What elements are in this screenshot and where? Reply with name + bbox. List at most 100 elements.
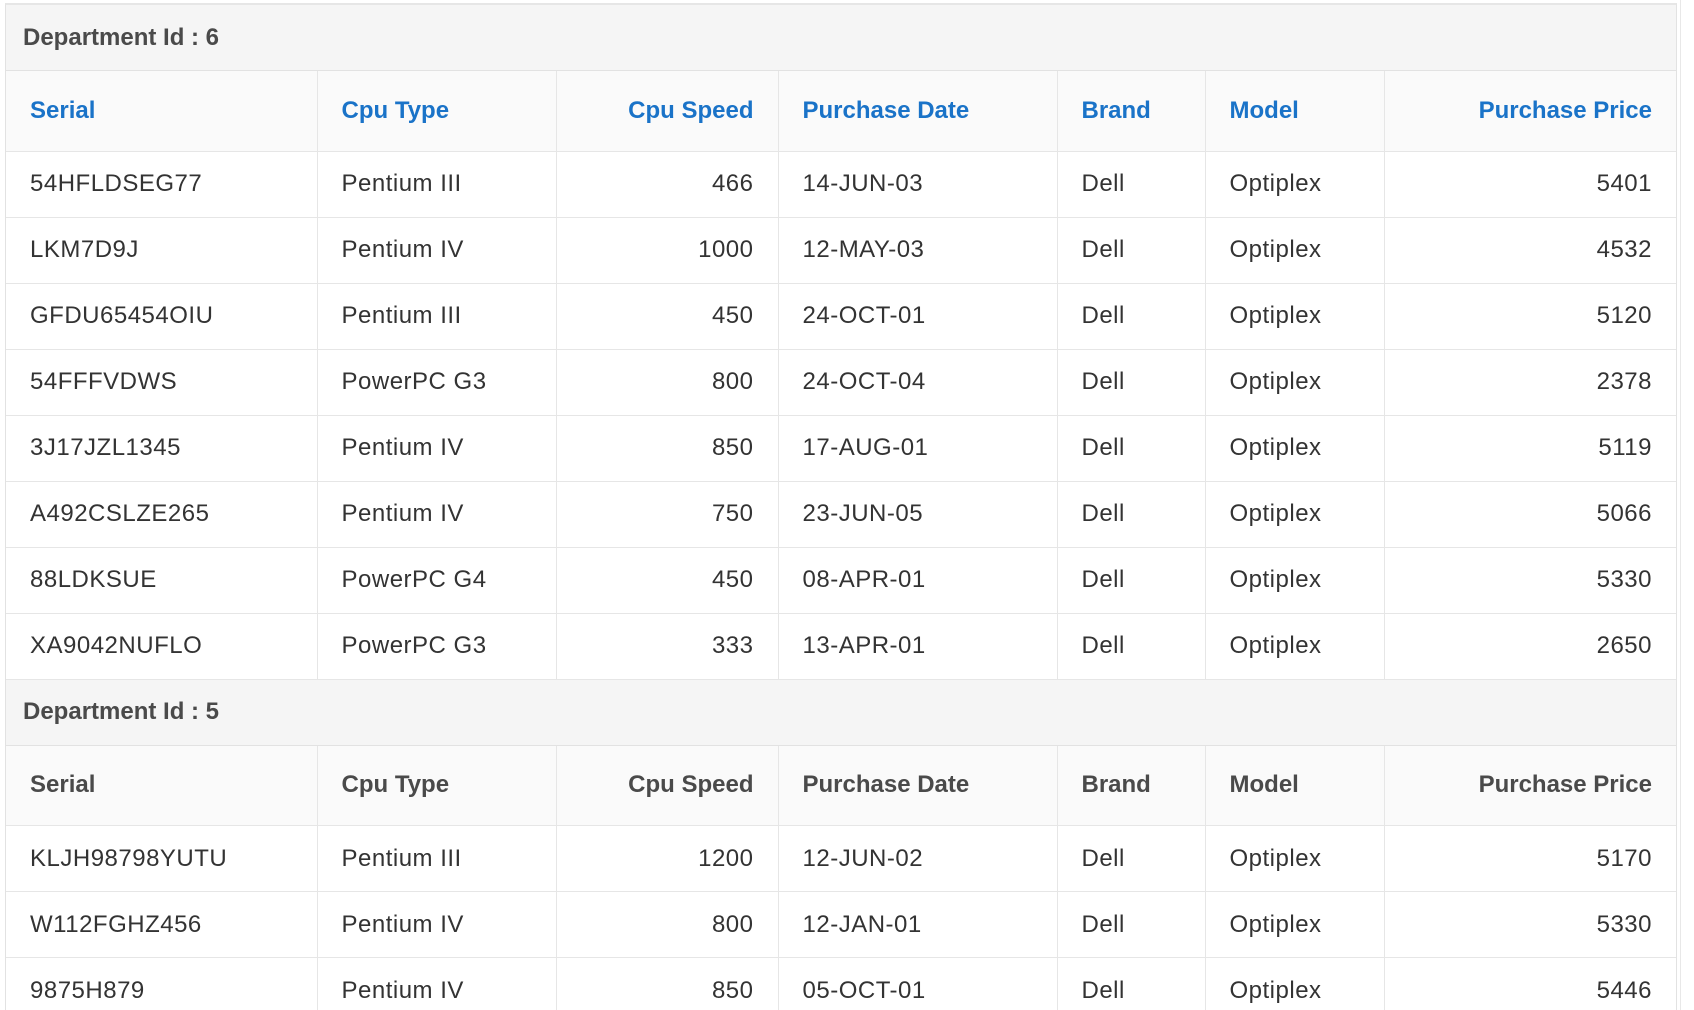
cell-model: Optiplex [1205,151,1385,218]
cell-model: Optiplex [1205,481,1385,548]
department-5-table: Serial Cpu Type Cpu Speed Purchase Date … [6,745,1676,1010]
cell-cpu-type: PowerPC G3 [317,349,557,416]
cell-purchase-date: 17-AUG-01 [778,415,1058,482]
cell-brand: Dell [1057,349,1206,416]
cell-serial: 3J17JZL1345 [6,415,318,482]
cell-serial: LKM7D9J [6,217,318,284]
cell-purchase-price: 5330 [1384,547,1676,614]
table-row[interactable]: 54HFLDSEG77 Pentium III 466 14-JUN-03 De… [6,151,1676,218]
cell-serial: 88LDKSUE [6,547,318,614]
cell-cpu-speed: 450 [556,547,779,614]
cell-purchase-date: 24-OCT-01 [778,283,1058,350]
cell-serial: A492CSLZE265 [6,481,318,548]
table-row[interactable]: LKM7D9J Pentium IV 1000 12-MAY-03 Dell O… [6,217,1676,284]
column-header-cpu-type[interactable]: Cpu Type [317,71,557,152]
cell-purchase-price: 5446 [1384,957,1676,1010]
cell-model: Optiplex [1205,891,1385,958]
column-header-cpu-speed[interactable]: Cpu Speed [556,745,779,826]
cell-serial: 9875H879 [6,957,318,1010]
cell-cpu-speed: 450 [556,283,779,350]
cell-purchase-date: 24-OCT-04 [778,349,1058,416]
cell-purchase-price: 5330 [1384,891,1676,958]
cell-brand: Dell [1057,481,1206,548]
cell-model: Optiplex [1205,547,1385,614]
column-header-serial[interactable]: Serial [6,745,318,826]
cell-cpu-type: Pentium IV [317,481,557,548]
cell-brand: Dell [1057,957,1206,1010]
column-header-row: Serial Cpu Type Cpu Speed Purchase Date … [6,71,1676,152]
table-row[interactable]: KLJH98798YUTU Pentium III 1200 12-JUN-02… [6,825,1676,892]
column-header-purchase-date[interactable]: Purchase Date [778,745,1058,826]
column-header-brand[interactable]: Brand [1057,71,1206,152]
table-row[interactable]: A492CSLZE265 Pentium IV 750 23-JUN-05 De… [6,481,1676,548]
column-header-serial[interactable]: Serial [6,71,318,152]
cell-model: Optiplex [1205,613,1385,680]
cell-model: Optiplex [1205,349,1385,416]
cell-model: Optiplex [1205,217,1385,284]
cell-brand: Dell [1057,415,1206,482]
cell-purchase-price: 5120 [1384,283,1676,350]
cell-brand: Dell [1057,891,1206,958]
column-header-purchase-date[interactable]: Purchase Date [778,71,1058,152]
cell-cpu-type: Pentium III [317,283,557,350]
cell-serial: KLJH98798YUTU [6,825,318,892]
cell-cpu-speed: 750 [556,481,779,548]
cell-purchase-price: 5066 [1384,481,1676,548]
table-row[interactable]: 54FFFVDWS PowerPC G3 800 24-OCT-04 Dell … [6,349,1676,416]
cell-serial: 54FFFVDWS [6,349,318,416]
column-header-purchase-price[interactable]: Purchase Price [1384,745,1676,826]
cell-cpu-speed: 333 [556,613,779,680]
group-header-department-5[interactable]: Department Id : 5 [6,679,1676,746]
cell-cpu-type: Pentium III [317,151,557,218]
table-row[interactable]: 9875H879 Pentium IV 850 05-OCT-01 Dell O… [6,957,1676,1010]
column-header-model[interactable]: Model [1205,71,1385,152]
cell-brand: Dell [1057,547,1206,614]
cell-purchase-price: 5119 [1384,415,1676,482]
cell-model: Optiplex [1205,825,1385,892]
table-row[interactable]: 3J17JZL1345 Pentium IV 850 17-AUG-01 Del… [6,415,1676,482]
cell-purchase-date: 23-JUN-05 [778,481,1058,548]
cell-serial: XA9042NUFLO [6,613,318,680]
cell-cpu-type: Pentium IV [317,891,557,958]
cell-cpu-speed: 1000 [556,217,779,284]
cell-purchase-date: 13-APR-01 [778,613,1058,680]
grouped-report-grid: Department Id : 6 Serial Cpu Type Cpu Sp… [5,3,1677,1010]
column-header-purchase-price[interactable]: Purchase Price [1384,71,1676,152]
cell-purchase-price: 5401 [1384,151,1676,218]
viewport-edge-divider [1680,0,1681,1010]
cell-model: Optiplex [1205,957,1385,1010]
cell-cpu-type: Pentium III [317,825,557,892]
table-row[interactable]: XA9042NUFLO PowerPC G3 333 13-APR-01 Del… [6,613,1676,680]
cell-purchase-date: 14-JUN-03 [778,151,1058,218]
cell-cpu-speed: 1200 [556,825,779,892]
table-row[interactable]: W112FGHZ456 Pentium IV 800 12-JAN-01 Del… [6,891,1676,958]
cell-purchase-price: 2378 [1384,349,1676,416]
cell-purchase-date: 12-MAY-03 [778,217,1058,284]
cell-model: Optiplex [1205,283,1385,350]
report-page: Department Id : 6 Serial Cpu Type Cpu Sp… [0,0,1694,1010]
column-header-brand[interactable]: Brand [1057,745,1206,826]
cell-cpu-type: Pentium IV [317,415,557,482]
column-header-cpu-type[interactable]: Cpu Type [317,745,557,826]
cell-cpu-type: Pentium IV [317,217,557,284]
column-header-cpu-speed[interactable]: Cpu Speed [556,71,779,152]
cell-cpu-speed: 800 [556,891,779,958]
group-header-department-6[interactable]: Department Id : 6 [6,5,1676,71]
cell-purchase-price: 4532 [1384,217,1676,284]
column-header-model[interactable]: Model [1205,745,1385,826]
table-row[interactable]: GFDU65454OIU Pentium III 450 24-OCT-01 D… [6,283,1676,350]
cell-brand: Dell [1057,613,1206,680]
cell-cpu-speed: 850 [556,415,779,482]
cell-purchase-price: 2650 [1384,613,1676,680]
column-header-row: Serial Cpu Type Cpu Speed Purchase Date … [6,745,1676,826]
cell-purchase-price: 5170 [1384,825,1676,892]
department-6-table: Serial Cpu Type Cpu Speed Purchase Date … [6,71,1676,680]
group-header-label: Department Id : 6 [23,23,220,51]
table-row[interactable]: 88LDKSUE PowerPC G4 450 08-APR-01 Dell O… [6,547,1676,614]
cell-serial: GFDU65454OIU [6,283,318,350]
cell-cpu-type: PowerPC G4 [317,547,557,614]
cell-cpu-speed: 850 [556,957,779,1010]
group-header-label: Department Id : 5 [23,698,220,725]
cell-brand: Dell [1057,825,1206,892]
cell-purchase-date: 12-JAN-01 [778,891,1058,958]
